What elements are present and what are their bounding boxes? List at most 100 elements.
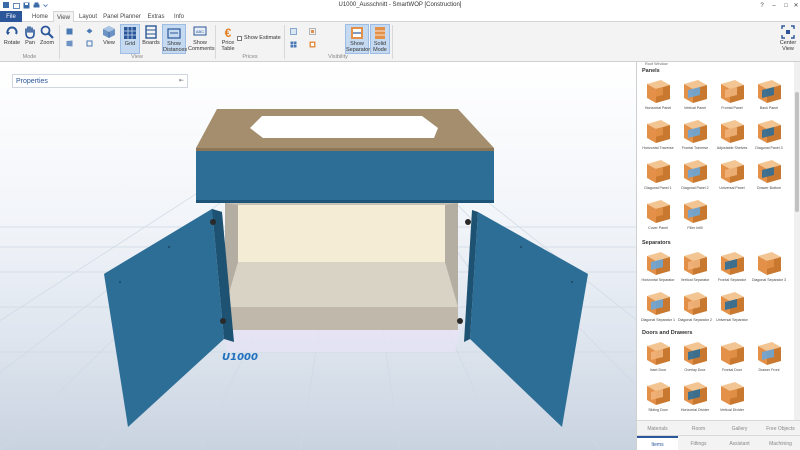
panel-item[interactable]: Frontal Traverse (677, 116, 713, 156)
panel-item[interactable]: Horizontal Panel (640, 76, 676, 116)
panel-item[interactable]: Horizontal Traverse (640, 116, 676, 156)
panel-item[interactable]: Vertical Panel (677, 76, 713, 116)
panel-item[interactable]: Horizontal Divider (677, 378, 713, 418)
panel-item-thumbnail (717, 156, 747, 186)
rotate-label: Rotate (3, 40, 21, 46)
panel-item[interactable]: Frontal Panel (714, 76, 750, 116)
view-side-icon[interactable] (66, 40, 73, 47)
solid-mode-toggle[interactable]: Solid Mode (370, 24, 390, 54)
panel-item[interactable]: Cover Panel (640, 196, 676, 236)
visibility-frame-icon[interactable] (290, 28, 297, 35)
close-button[interactable]: ✕ (790, 0, 800, 11)
window-title: U1000_Ausschnitt - SmartWOP [Constructio… (338, 2, 462, 8)
center-view-button[interactable]: Center View (777, 24, 799, 54)
panel-item[interactable]: Vertical Divider (714, 378, 750, 418)
panel-item[interactable]: Overlay Door (677, 338, 713, 378)
tab-gallery[interactable]: Gallery (719, 421, 760, 436)
tab-home[interactable]: Home (28, 11, 52, 22)
view-button[interactable]: View (99, 24, 119, 54)
show-estimate-label: Show Estimate (244, 35, 281, 41)
tab-free-objects[interactable]: Free Objects (760, 421, 800, 436)
tab-items[interactable]: Items (637, 436, 678, 450)
boards-button[interactable]: Boards (141, 24, 161, 54)
3d-viewport[interactable]: U1000 Properties ⇤ (0, 62, 636, 450)
show-estimate-checkbox[interactable]: Show Estimate (237, 34, 285, 42)
tab-file[interactable]: File (0, 11, 22, 22)
minimize-button[interactable]: – (768, 0, 780, 11)
panel-item-thumbnail (754, 248, 784, 278)
view-top-icon[interactable] (86, 28, 93, 35)
svg-text:€: € (225, 26, 232, 39)
panel-item[interactable]: Drawer Bottom (751, 156, 787, 196)
show-separators-toggle[interactable]: Show Separators (345, 24, 373, 54)
distances-icon (167, 26, 181, 40)
tab-info[interactable]: Info (170, 11, 188, 22)
properties-panel[interactable]: Properties ⇤ (12, 74, 188, 88)
panel-item[interactable]: Horizontal Separator (640, 248, 676, 288)
panel-item[interactable]: Back Panel (751, 76, 787, 116)
scroll-thumb[interactable] (795, 92, 799, 212)
panel-item[interactable]: Diagonal Separator 2 (677, 288, 713, 328)
worktop[interactable] (196, 109, 494, 151)
tab-fittings[interactable]: Fittings (678, 436, 719, 450)
right-door[interactable] (457, 210, 588, 427)
panel-item[interactable]: Universal Separator (714, 288, 750, 328)
tab-extras[interactable]: Extras (144, 11, 168, 22)
panel-item[interactable]: Vertical Separator (677, 248, 713, 288)
panel-item-thumbnail (643, 248, 673, 278)
cabinet-front-rail[interactable] (196, 151, 494, 202)
panel-item[interactable]: Diagonal Separator 3 (751, 248, 787, 288)
cabinet-interior[interactable] (225, 203, 458, 330)
ribbon-separator (392, 25, 393, 59)
grid-icon (123, 26, 137, 40)
panel-item-thumbnail (717, 116, 747, 146)
checkbox-box[interactable] (237, 35, 242, 41)
visibility-grid-icon[interactable] (290, 41, 297, 48)
tab-assistant[interactable]: Assistant (719, 436, 760, 450)
show-comments-button[interactable]: ABC Show Comments (188, 24, 215, 54)
panel-item[interactable]: Frontal Door (714, 338, 750, 378)
panel-item[interactable]: Universal Panel (714, 156, 750, 196)
tab-machining[interactable]: Machining (760, 436, 800, 450)
panel-item[interactable]: Adjustable Shelves (714, 116, 750, 156)
panel-item[interactable]: Inset Door (640, 338, 676, 378)
panel-item-label: Diagonal Separator 2 (678, 318, 712, 322)
price-table-button[interactable]: € Price Table (218, 24, 238, 54)
visibility-orange-icon[interactable] (309, 41, 316, 48)
panel-item[interactable]: Diagonal Panel 3 (751, 116, 787, 156)
scene-canvas[interactable] (0, 62, 636, 450)
panel-item[interactable]: Drawer Front (751, 338, 787, 378)
panel-scrollbar[interactable] (794, 62, 800, 420)
tab-layout[interactable]: Layout (75, 11, 101, 22)
tab-panel-planner[interactable]: Panel Planner (103, 11, 141, 22)
panel-item[interactable]: Sliding Door (640, 378, 676, 418)
prices-group-label: Prices (242, 54, 258, 60)
solid-mode-icon (373, 26, 387, 40)
view-iso-icon[interactable] (86, 40, 93, 47)
left-door[interactable] (104, 209, 234, 427)
panel-item-thumbnail (643, 288, 673, 318)
plinth-highlight (222, 330, 460, 352)
panel-item-thumbnail (754, 76, 784, 106)
visibility-box-icon[interactable] (309, 28, 316, 35)
show-distances-toggle[interactable]: Show Distances (162, 24, 187, 54)
panel-item-label: Diagonal Panel 3 (755, 146, 783, 150)
tab-room[interactable]: Room (678, 421, 719, 436)
section-header: Doors and Drawers (642, 330, 693, 336)
panel-item-label: Frontal Traverse (681, 146, 709, 150)
panel-item[interactable]: Diagonal Separator 1 (640, 288, 676, 328)
pin-icon[interactable]: ⇤ (179, 77, 184, 84)
panel-item[interactable]: Diagonal Panel 2 (677, 156, 713, 196)
panel-item-label: Frontal Separator (718, 278, 746, 282)
grid-toggle[interactable]: Grid (120, 24, 140, 54)
view-front-icon[interactable] (66, 28, 73, 35)
panel-item[interactable]: Diagonal Panel 1 (640, 156, 676, 196)
zoom-button[interactable]: Zoom (37, 24, 57, 54)
panel-item-label: Universal Panel (719, 186, 745, 190)
panel-item-label: Diagonal Panel 2 (681, 186, 709, 190)
panel-item[interactable]: Frontal Separator (714, 248, 750, 288)
help-button[interactable]: ? (756, 0, 768, 11)
tab-materials[interactable]: Materials (637, 421, 678, 436)
rotate-button[interactable]: Rotate (2, 24, 22, 54)
panel-item[interactable]: Filler Infill (677, 196, 713, 236)
